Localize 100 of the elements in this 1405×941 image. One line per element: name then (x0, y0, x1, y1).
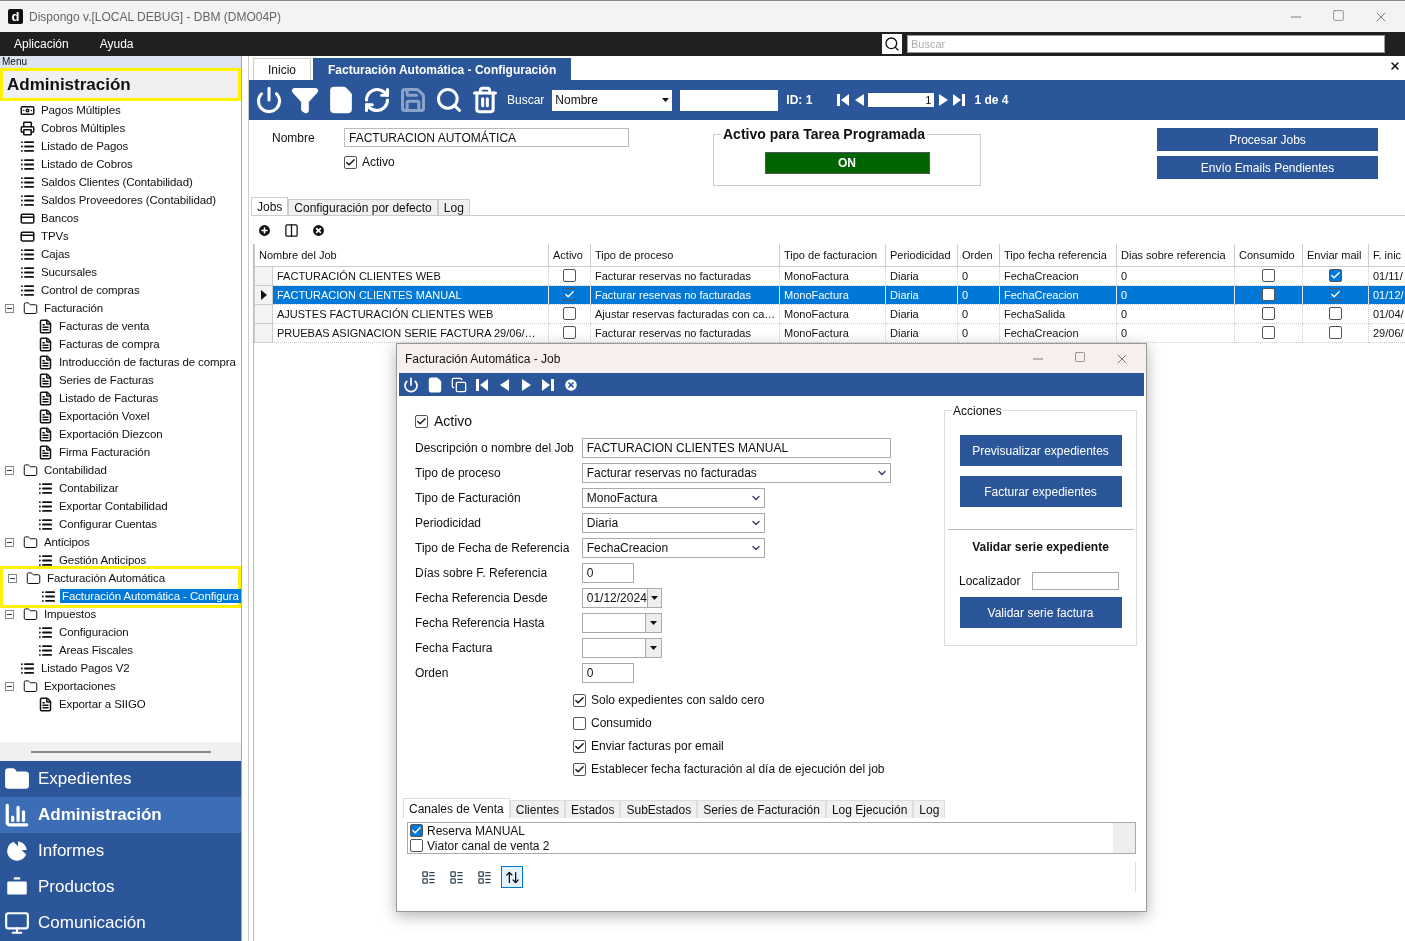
action-button[interactable]: Previsualizar expedientes (959, 435, 1122, 466)
tree-item[interactable]: Saldos Proveedores (Contabilidad) (0, 191, 241, 209)
tree-item[interactable]: Series de Facturas (0, 371, 241, 389)
checkbox[interactable] (1329, 326, 1342, 340)
column-header[interactable]: Dias sobre referencia (1116, 244, 1235, 266)
new-file-icon[interactable] (427, 376, 443, 393)
maximize-icon[interactable] (1074, 350, 1086, 363)
power-icon[interactable] (403, 376, 419, 393)
checkbox[interactable] (573, 739, 586, 753)
column-header[interactable]: Tipo fecha referencia (999, 244, 1117, 266)
column-header[interactable]: Tipo de facturacion (779, 244, 886, 266)
column-header[interactable]: Nombre del Job (254, 244, 549, 266)
nav-button[interactable]: Expedientes (0, 761, 241, 797)
first-icon[interactable] (475, 377, 489, 392)
checkbox[interactable] (563, 269, 576, 283)
tree-item[interactable]: Contabilizar (0, 479, 241, 497)
checkbox[interactable] (573, 716, 586, 730)
tree-item[interactable]: Configurar Cuentas (0, 515, 241, 533)
nav-button[interactable]: Productos (0, 869, 241, 905)
tree-group[interactable]: Contabilidad (0, 461, 241, 479)
search-field[interactable]: Buscar (907, 35, 1385, 53)
input-field[interactable]: FACTURACION CLIENTES MANUAL (581, 438, 891, 458)
next-icon[interactable] (519, 377, 533, 392)
tab[interactable]: Log (913, 800, 946, 818)
action-button[interactable]: Facturar expedientes (959, 476, 1122, 507)
menu-item[interactable]: Aplicación (0, 37, 83, 51)
tree-item[interactable]: Listado Pagos V2 (0, 659, 241, 677)
collapse-icon[interactable] (5, 681, 14, 691)
add-icon[interactable] (257, 222, 272, 238)
search-input[interactable] (680, 89, 779, 111)
checkbox[interactable] (563, 307, 576, 321)
collapse-icon[interactable] (5, 537, 14, 547)
tree-item[interactable]: Facturas de venta (0, 317, 241, 335)
list-item[interactable]: Viator canal de venta 2 (427, 838, 550, 853)
dropdown[interactable]: FechaCreacion (581, 538, 765, 558)
filter-icon[interactable] (291, 86, 319, 114)
checkbox[interactable] (410, 824, 423, 837)
checkbox[interactable] (1262, 288, 1275, 302)
tree-item[interactable]: Cobros Múltiples (0, 119, 241, 137)
collapse-icon[interactable] (5, 609, 14, 619)
checkbox[interactable] (573, 762, 586, 776)
tree-item[interactable]: Exportar a SIIGO (0, 695, 241, 713)
dropdown[interactable]: Diaria (581, 513, 765, 533)
tab[interactable]: Clientes (509, 800, 566, 818)
last-icon[interactable] (541, 377, 555, 392)
close-tab-icon[interactable] (1389, 60, 1401, 72)
caret-icon[interactable] (650, 596, 658, 600)
caret-icon[interactable] (662, 98, 670, 102)
tree-item[interactable]: Firma Facturación (0, 443, 241, 461)
record-field[interactable]: 1 (868, 93, 935, 107)
name-field[interactable]: FACTURACION AUTOMÁTICA (344, 128, 629, 147)
tree-group[interactable]: Anticipos (0, 533, 241, 551)
tab[interactable]: SubEstados (620, 800, 698, 818)
nav-button[interactable]: Informes (0, 833, 241, 869)
column-header[interactable]: Tipo de proceso (590, 244, 780, 266)
column-header[interactable]: Orden (957, 244, 1000, 266)
tree-item[interactable]: Introducción de facturas de compra (0, 353, 241, 371)
column-header[interactable]: Activo (548, 244, 591, 266)
search-icon[interactable] (435, 86, 463, 114)
tree-item[interactable]: Facturación Automática - Configura (3, 587, 238, 605)
delete-icon[interactable] (471, 86, 499, 114)
tree-group[interactable]: Impuestos (0, 605, 241, 623)
tree-item[interactable]: Areas Fiscales (0, 641, 241, 659)
nav-button[interactable]: Administración (0, 797, 241, 833)
tab[interactable]: Log (437, 199, 470, 215)
close-icon[interactable] (563, 376, 579, 393)
tree-group[interactable]: Exportaciones (0, 677, 241, 695)
tab[interactable]: Inicio (253, 58, 311, 80)
checkbox[interactable] (563, 288, 576, 302)
caret-icon[interactable] (649, 646, 657, 650)
tree-item[interactable]: Pagos Múltiples (0, 101, 241, 119)
tab[interactable]: Series de Facturación (697, 800, 826, 818)
tree-group[interactable]: Facturación Automática (3, 569, 238, 587)
status-toggle[interactable]: ON (764, 152, 930, 174)
tree-item[interactable]: Control de compras (0, 281, 241, 299)
checkbox[interactable] (344, 155, 357, 169)
column-header[interactable]: Enviar mail (1302, 244, 1369, 266)
caret-icon[interactable] (649, 621, 657, 625)
dropdown[interactable]: Facturar reservas no facturadas (581, 463, 891, 483)
tree-item[interactable]: Bancos (0, 209, 241, 227)
tree-item[interactable]: Sucursales (0, 263, 241, 281)
tree-item[interactable]: Facturas de compra (0, 335, 241, 353)
checkbox[interactable] (415, 414, 428, 428)
power-icon[interactable] (255, 86, 283, 114)
search-field-dropdown[interactable]: Nombre (552, 89, 673, 111)
tree-item[interactable]: Exportación Voxel (0, 407, 241, 425)
input-field[interactable]: 0 (581, 563, 634, 583)
columns-icon[interactable] (284, 222, 299, 238)
tab[interactable]: Canales de Venta (403, 798, 510, 818)
first-record-icon[interactable] (836, 93, 851, 107)
checkbox[interactable] (1262, 307, 1275, 321)
tab[interactable]: Estados (565, 800, 621, 818)
collapse-icon[interactable] (5, 465, 14, 475)
tree-item[interactable]: Listado de Cobros (0, 155, 241, 173)
input-field[interactable]: 0 (581, 663, 634, 683)
tree-item[interactable]: Saldos Clientes (Contabilidad) (0, 173, 241, 191)
column-header[interactable]: Consumido (1234, 244, 1303, 266)
tab[interactable]: Log Ejecución (825, 800, 914, 818)
copy-icon[interactable] (451, 376, 467, 393)
tab[interactable]: Facturación Automática - Configuración (313, 58, 572, 80)
